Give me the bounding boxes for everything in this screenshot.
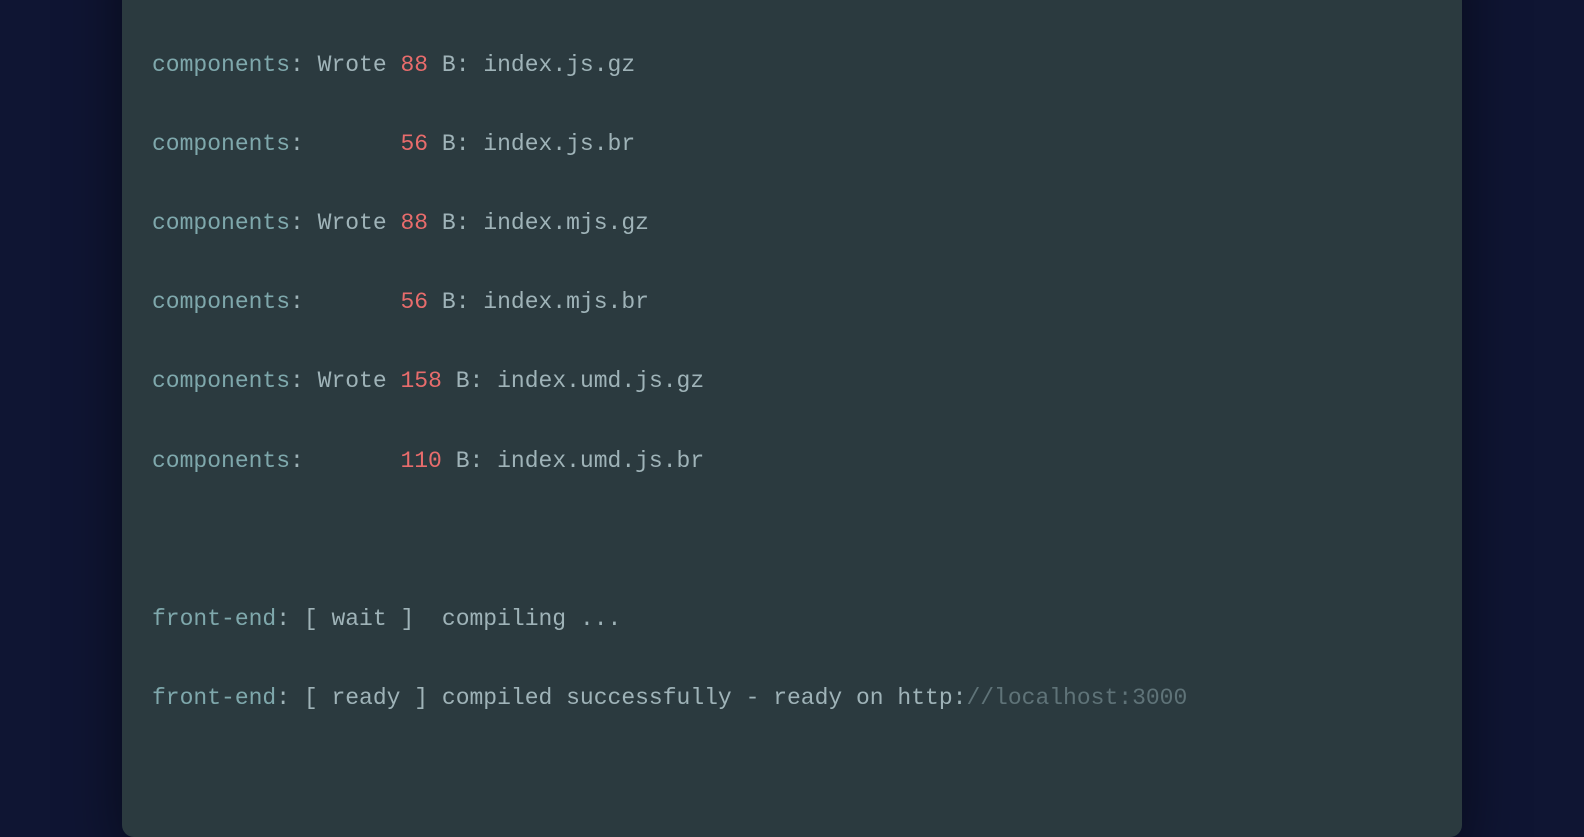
size-unit: B bbox=[456, 368, 470, 394]
status-label: wait bbox=[331, 606, 386, 632]
scope-label: components bbox=[152, 52, 290, 78]
output-line: components: 56 B: index.mjs.br bbox=[152, 283, 1432, 323]
size-value: 110 bbox=[400, 448, 441, 474]
size-value: 56 bbox=[400, 131, 428, 157]
wrote-label: Wrote bbox=[318, 52, 387, 78]
output-line: components: 110 B: index.umd.js.br bbox=[152, 442, 1432, 482]
scope-label: components bbox=[152, 131, 290, 157]
output-line: components: 56 B: index.js.br bbox=[152, 125, 1432, 165]
scope-label: front-end bbox=[152, 685, 276, 711]
scope-label: front-end bbox=[152, 606, 276, 632]
size-value: 88 bbox=[400, 52, 428, 78]
status-label: ready bbox=[331, 685, 400, 711]
filename: index.umd.js.gz bbox=[497, 368, 704, 394]
filename: index.js.gz bbox=[483, 52, 635, 78]
status-message: compiling bbox=[442, 606, 566, 632]
dots: ... bbox=[580, 606, 621, 632]
size-unit: B bbox=[456, 448, 470, 474]
output-line: front-end: [ ready ] compiled successful… bbox=[152, 679, 1432, 719]
scope-label: components bbox=[152, 448, 290, 474]
output-line: front-end: [ wait ] compiling ... bbox=[152, 600, 1432, 640]
url-protocol: http: bbox=[897, 685, 966, 711]
filename: index.js.br bbox=[483, 131, 635, 157]
scope-label: components bbox=[152, 368, 290, 394]
ready-on-label: ready on bbox=[773, 685, 883, 711]
output-line: components: Wrote 88 B: index.mjs.gz bbox=[152, 204, 1432, 244]
size-value: 56 bbox=[400, 289, 428, 315]
size-unit: B bbox=[442, 210, 456, 236]
size-unit: B bbox=[442, 289, 456, 315]
size-unit: B bbox=[442, 131, 456, 157]
blank-line bbox=[152, 521, 1432, 561]
output-line: components: Wrote 158 B: index.umd.js.gz bbox=[152, 362, 1432, 402]
wrote-label: Wrote bbox=[318, 210, 387, 236]
filename: index.umd.js.br bbox=[497, 448, 704, 474]
wrote-label: Wrote bbox=[318, 368, 387, 394]
scope-label: components bbox=[152, 210, 290, 236]
size-value: 88 bbox=[400, 210, 428, 236]
size-unit: B bbox=[442, 52, 456, 78]
separator: - bbox=[746, 685, 760, 711]
scope-label: components bbox=[152, 289, 290, 315]
terminal-output: components: Wrote 88 B: index.js.gz comp… bbox=[152, 7, 1432, 798]
url-rest: //localhost:3000 bbox=[966, 685, 1187, 711]
filename: index.mjs.gz bbox=[483, 210, 649, 236]
filename: index.mjs.br bbox=[483, 289, 649, 315]
status-message: compiled successfully bbox=[442, 685, 732, 711]
terminal-window: components: Wrote 88 B: index.js.gz comp… bbox=[122, 0, 1462, 837]
output-line: components: Wrote 88 B: index.js.gz bbox=[152, 46, 1432, 86]
size-value: 158 bbox=[400, 368, 441, 394]
